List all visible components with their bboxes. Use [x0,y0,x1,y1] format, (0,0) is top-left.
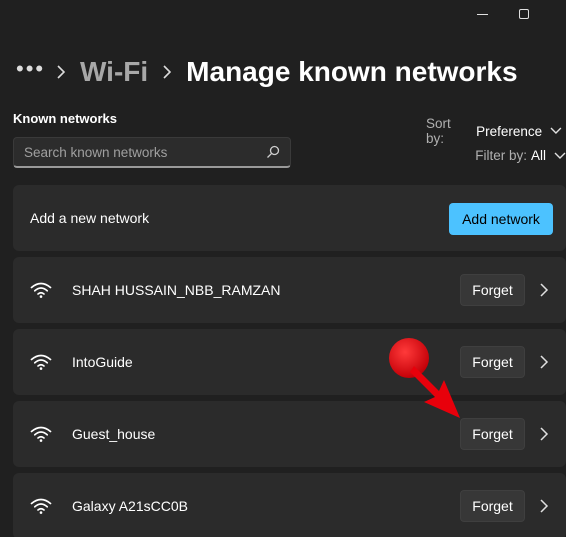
maximize-button[interactable] [514,4,534,24]
add-network-button[interactable]: Add network [449,203,553,235]
network-row[interactable]: SHAH HUSSAIN_NBB_RAMZAN Forget [13,257,566,323]
chevron-right-icon [48,65,74,79]
network-row[interactable]: Galaxy A21sCC0B Forget [13,473,566,537]
known-networks-label: Known networks [13,111,118,126]
sort-dropdown[interactable]: Sort by: Preference [426,116,566,146]
search-icon[interactable] [266,145,280,159]
search-input[interactable] [24,144,266,160]
minimize-icon [476,13,488,15]
sort-label: Sort by: [426,116,451,146]
network-row[interactable]: Guest_house Forget [13,401,566,467]
network-name: Galaxy A21sCC0B [72,498,188,514]
chevron-right-icon[interactable] [537,354,551,370]
chevron-down-icon [550,127,562,134]
page-title: Manage known networks [186,56,518,87]
filter-label: Filter by: [475,148,527,163]
wifi-icon [30,426,52,442]
forget-button[interactable]: Forget [460,346,525,378]
maximize-icon [519,9,529,19]
chevron-right-icon[interactable] [537,426,551,442]
forget-button[interactable]: Forget [460,418,525,450]
chevron-down-icon [554,152,566,159]
chevron-right-icon[interactable] [537,498,551,514]
forget-button[interactable]: Forget [460,274,525,306]
wifi-icon [30,282,52,298]
minimize-button[interactable] [472,4,492,24]
add-network-label: Add a new network [30,210,150,226]
forget-button[interactable]: Forget [460,490,525,522]
wifi-icon [30,498,52,514]
wifi-icon [30,354,52,370]
breadcrumb: ••• Wi-Fi Manage known networks [16,52,518,92]
network-name: SHAH HUSSAIN_NBB_RAMZAN [72,282,281,298]
chevron-right-icon[interactable] [537,282,551,298]
breadcrumb-wifi-link[interactable]: Wi-Fi [80,56,148,88]
sort-value: Preference [476,123,543,139]
more-icon[interactable]: ••• [16,58,48,80]
network-row[interactable]: IntoGuide Forget [13,329,566,395]
chevron-right-icon [154,65,180,79]
search-box[interactable] [13,137,291,168]
network-name: Guest_house [72,426,156,442]
filter-value: All [530,148,546,163]
network-name: IntoGuide [72,354,133,370]
add-network-card: Add a new network Add network [13,185,566,251]
filter-dropdown[interactable]: Filter by: All [426,148,566,163]
